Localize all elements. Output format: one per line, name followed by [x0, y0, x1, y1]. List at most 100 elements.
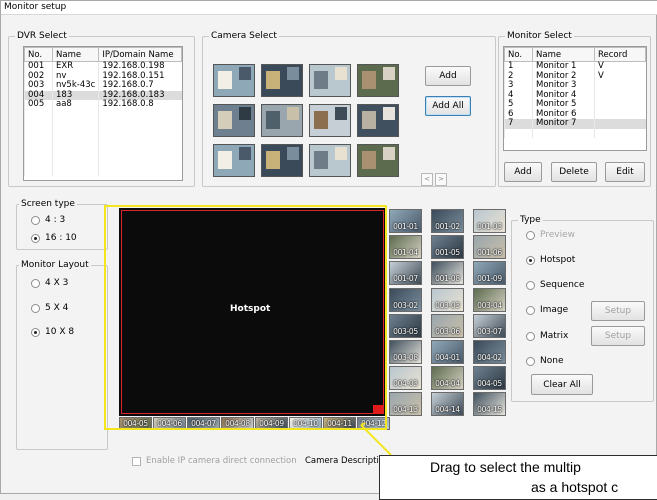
- tile-label: 004-04: [435, 379, 460, 389]
- preview-tile[interactable]: 003-02: [389, 287, 422, 312]
- add-all-camera-button[interactable]: Add All: [425, 96, 471, 116]
- preview-tile[interactable]: 004-14: [431, 392, 464, 417]
- instruction-callout: Drag to select the multip as a hotspot c: [379, 455, 657, 500]
- camera-thumbnail[interactable]: [213, 64, 255, 97]
- preview-tile[interactable]: 001-07: [389, 261, 422, 286]
- type-option-sequence[interactable]: Sequence: [526, 280, 584, 290]
- dvr-cell: 192.168.0.8: [98, 99, 182, 110]
- dvr-cell: 192.168.0.198: [98, 61, 182, 72]
- monitor-col-name[interactable]: Name: [532, 47, 595, 62]
- window-title: Monitor setup: [1, 1, 657, 15]
- monitor-list[interactable]: No. Name Record 1 Monitor 1 V 2 Monitor 2V3M…: [503, 46, 647, 151]
- preview-tile[interactable]: 001-03: [473, 209, 506, 233]
- tile-label: 001-02: [435, 222, 460, 231]
- preview-tile[interactable]: 004-13: [389, 392, 422, 417]
- type-option-matrix[interactable]: Matrix: [526, 331, 568, 341]
- image-setup-button[interactable]: Setup: [591, 301, 645, 321]
- preview-tile[interactable]: 004-02: [473, 340, 506, 364]
- preview-tile[interactable]: 001-06: [473, 235, 506, 260]
- preview-tile[interactable]: 001-05: [431, 235, 464, 260]
- dvr-col-ip[interactable]: IP/Domain Name: [98, 47, 182, 62]
- preview-tile[interactable]: 004-05: [473, 366, 506, 391]
- camera-thumbnail[interactable]: [213, 144, 255, 177]
- monitor-col-no[interactable]: No.: [504, 47, 533, 62]
- camera-thumbnail[interactable]: [357, 64, 399, 97]
- preview-tile[interactable]: 003-06: [431, 313, 464, 338]
- camera-thumbnail[interactable]: [357, 144, 399, 177]
- monitor-cell: [594, 90, 646, 100]
- preview-tile[interactable]: 003-03: [431, 287, 464, 312]
- preview-tile[interactable]: 001-08: [431, 261, 464, 286]
- camera-thumbnail-grid[interactable]: [213, 64, 411, 184]
- edit-monitor-button[interactable]: Edit: [605, 162, 645, 182]
- layout-option-5x4[interactable]: 5 X 4: [31, 303, 68, 313]
- preview-tile[interactable]: 001-04: [389, 235, 422, 260]
- matrix-setup-button[interactable]: Setup: [591, 326, 645, 346]
- monitor-row[interactable]: 1 Monitor 1V: [504, 61, 646, 72]
- camera-next-button[interactable]: >: [435, 173, 447, 186]
- monitor-layout-title: Monitor Layout: [19, 259, 91, 271]
- type-option-none[interactable]: None: [526, 356, 563, 366]
- tile-label: 003-08: [393, 353, 418, 362]
- radio-icon: [526, 331, 535, 341]
- screen-type-option-16-10[interactable]: 16 : 10: [31, 233, 77, 243]
- add-camera-button[interactable]: Add: [425, 66, 471, 86]
- preview-tile[interactable]: 003-04: [473, 287, 506, 312]
- preview-tile[interactable]: 003-07: [473, 313, 506, 338]
- dvr-empty-row: [24, 138, 182, 148]
- clear-all-button[interactable]: Clear All: [531, 374, 593, 395]
- camera-thumbnail[interactable]: [261, 104, 303, 137]
- layout-option-4x3[interactable]: 4 X 3: [31, 278, 68, 288]
- add-monitor-button[interactable]: Add: [504, 162, 542, 182]
- monitor-table: No. Name Record 1 Monitor 1 V 2 Monitor 2V3M…: [504, 47, 646, 138]
- tile-label: 003-04: [477, 300, 502, 310]
- dvr-row[interactable]: 005 aa8 192.168.0.8: [24, 99, 182, 110]
- camera-thumbnail[interactable]: [357, 104, 399, 137]
- type-option-preview[interactable]: Preview: [526, 230, 575, 240]
- dvr-list[interactable]: No. Name IP/Domain Name 001 EXR 192.168.0.…: [23, 46, 183, 181]
- radio-icon: [31, 278, 40, 288]
- dvr-cell: aa8: [51, 99, 99, 110]
- camera-thumbnail[interactable]: [213, 104, 255, 137]
- screen-type-option-4-3[interactable]: 4 : 3: [31, 215, 65, 225]
- delete-monitor-button[interactable]: Delete: [551, 162, 597, 182]
- camera-thumbnail[interactable]: [309, 144, 351, 177]
- camera-prev-button[interactable]: <: [421, 173, 433, 186]
- radio-icon: [526, 280, 535, 290]
- camera-thumbnail[interactable]: [309, 64, 351, 97]
- layout-option-10x8[interactable]: 10 X 8: [31, 327, 74, 337]
- preview-tile[interactable]: 004-01: [431, 340, 464, 364]
- preview-tile[interactable]: 001-09: [473, 261, 506, 286]
- selection-highlight: [104, 205, 387, 430]
- type-option-image[interactable]: Image: [526, 305, 568, 315]
- tile-label: 001-09: [477, 274, 502, 284]
- dvr-col-no[interactable]: No.: [24, 47, 53, 62]
- monitor-cell: 7: [504, 118, 533, 129]
- monitor-setup-window: Monitor setup DVR Select No. Name IP/Dom…: [0, 0, 657, 500]
- camera-thumbnail[interactable]: [261, 144, 303, 177]
- tile-label: 001-06: [477, 248, 502, 258]
- radio-icon: [31, 215, 40, 225]
- camera-thumbnail[interactable]: [309, 104, 351, 137]
- preview-tile[interactable]: 001-01: [389, 209, 422, 233]
- preview-tile[interactable]: 003-08: [389, 340, 422, 364]
- preview-tile[interactable]: 004-04: [431, 366, 464, 391]
- tile-label: 001-04: [393, 248, 418, 258]
- preview-tile[interactable]: 004-15: [473, 392, 506, 417]
- monitor-row[interactable]: 7 Monitor 7: [504, 118, 646, 129]
- monitor-cell: 1: [504, 61, 533, 72]
- type-option-hotspot[interactable]: Hotspot: [526, 255, 575, 265]
- monitor-col-record[interactable]: Record: [594, 47, 646, 62]
- preview-tile[interactable]: 003-05: [389, 313, 422, 338]
- preview-tile[interactable]: 001-02: [431, 209, 464, 233]
- enable-ip-checkbox[interactable]: Enable IP camera direct connection: [132, 456, 297, 466]
- dvr-empty-row: [24, 157, 182, 167]
- camera-thumbnail[interactable]: [261, 64, 303, 97]
- dvr-col-name[interactable]: Name: [51, 47, 100, 62]
- dvr-row[interactable]: 001 EXR 192.168.0.198: [24, 61, 182, 72]
- tile-label: 003-03: [435, 300, 460, 310]
- preview-tile[interactable]: 004-03: [389, 366, 422, 391]
- screen-type-group: Screen type: [16, 198, 108, 250]
- tile-label: 001-03: [477, 222, 502, 231]
- tile-label: 004-03: [393, 379, 418, 389]
